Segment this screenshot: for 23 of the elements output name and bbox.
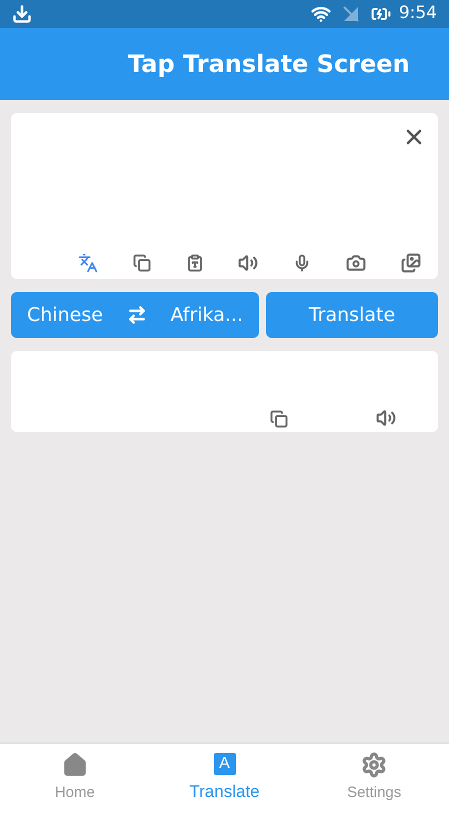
- copy-icon[interactable]: [270, 410, 288, 428]
- no-signal-icon: [342, 6, 359, 22]
- nav-tab[interactable]: A Translate: [150, 744, 300, 813]
- app-title: Tap Translate Screen: [128, 49, 410, 80]
- home-icon: [62, 752, 88, 778]
- wifi-icon: [310, 4, 331, 24]
- translate-button[interactable]: Translate: [266, 292, 438, 338]
- download-icon: [12, 4, 32, 24]
- target-language[interactable]: Afrika...: [170, 300, 243, 330]
- translate-app-icon[interactable]: [78, 253, 98, 273]
- swap-languages-button[interactable]: [126, 305, 147, 325]
- speaker-icon[interactable]: [238, 253, 258, 273]
- settings-icon: [361, 752, 388, 778]
- nav-tab[interactable]: Home: [0, 744, 150, 813]
- clock: 9:54: [398, 2, 437, 26]
- letter-icon: A: [214, 752, 236, 775]
- gallery-icon[interactable]: [400, 253, 421, 273]
- copy-icon[interactable]: [133, 254, 152, 272]
- clipboard-icon[interactable]: [186, 254, 204, 272]
- source-language[interactable]: Chinese: [27, 300, 103, 330]
- speaker-icon[interactable]: [376, 408, 396, 428]
- nav-tab[interactable]: Settings: [299, 744, 449, 813]
- camera-icon[interactable]: [346, 253, 366, 273]
